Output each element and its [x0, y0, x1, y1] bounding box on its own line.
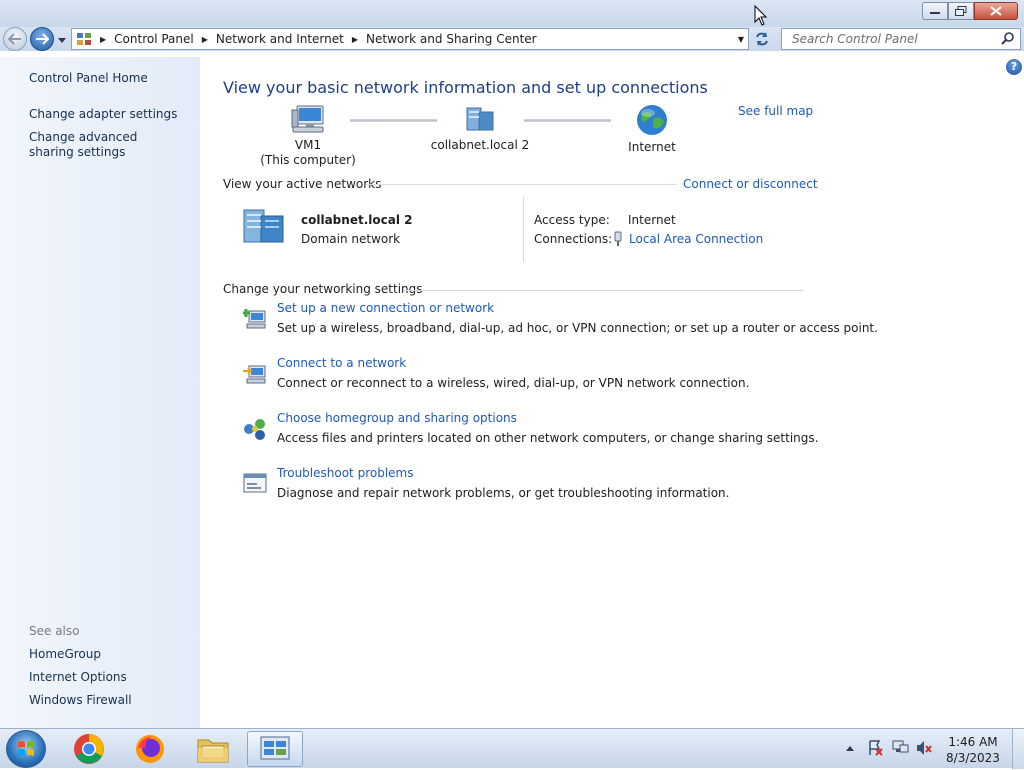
section-divider: [404, 290, 803, 291]
local-area-connection-link[interactable]: Local Area Connection: [629, 232, 763, 246]
refresh-icon: [756, 32, 768, 46]
restore-icon: [955, 6, 967, 16]
page-title: View your basic network information and …: [223, 78, 708, 97]
new-connection-icon: [243, 309, 266, 329]
connections-label: Connections:: [534, 232, 613, 246]
taskbar-control-panel[interactable]: [247, 731, 303, 767]
section-divider: [366, 184, 677, 185]
window-controls: [922, 2, 1018, 20]
domain-network-icon: [466, 107, 494, 131]
breadcrumb-separator-icon[interactable]: ▶: [202, 35, 208, 44]
search-icon[interactable]: [1001, 32, 1015, 46]
access-type-value: Internet: [628, 213, 676, 227]
change-advanced-sharing-settings-link[interactable]: Change advanced sharing settings: [29, 130, 179, 160]
action-center-flag-icon[interactable]: [867, 739, 885, 757]
back-button[interactable]: [3, 27, 27, 51]
close-button[interactable]: [974, 2, 1018, 20]
homegroup-sharing-link[interactable]: Choose homegroup and sharing options: [277, 411, 517, 425]
setup-connection-link[interactable]: Set up a new connection or network: [277, 301, 494, 315]
see-full-map-link[interactable]: See full map: [738, 104, 813, 118]
network-tray-icon[interactable]: [891, 739, 909, 757]
back-arrow-icon: [8, 33, 21, 45]
troubleshoot-description: Diagnose and repair network problems, or…: [277, 486, 730, 500]
title-bar: [0, 0, 1024, 27]
connect-network-icon: [243, 365, 266, 384]
troubleshoot-link[interactable]: Troubleshoot problems: [277, 466, 413, 480]
restore-button[interactable]: [948, 2, 974, 20]
left-navigation-pane: Control Panel Home Change adapter settin…: [0, 57, 200, 728]
clock-time: 1:46 AM: [948, 735, 998, 749]
globe-icon: [637, 105, 667, 135]
show-hidden-icons-icon[interactable]: [845, 744, 855, 752]
homegroup-sharing-description: Access files and printers located on oth…: [277, 431, 819, 445]
control-panel-icon: [77, 33, 91, 45]
connect-or-disconnect-link[interactable]: Connect or disconnect: [683, 177, 818, 191]
firefox-icon: [136, 735, 164, 763]
taskbar-file-explorer[interactable]: [185, 731, 241, 767]
address-dropdown-icon[interactable]: ▼: [738, 35, 744, 44]
clock-date: 8/3/2023: [946, 751, 1000, 765]
access-type-label: Access type:: [534, 213, 610, 227]
network-label: collabnet.local 2: [430, 138, 530, 152]
breadcrumb-control-panel[interactable]: Control Panel: [114, 32, 194, 46]
start-button[interactable]: [6, 730, 46, 768]
map-connector-line: [524, 119, 611, 122]
ethernet-connection-icon: [614, 231, 622, 246]
breadcrumb-network-and-sharing-center[interactable]: Network and Sharing Center: [366, 32, 537, 46]
navigation-bar: ▶ Control Panel ▶ Network and Internet ▶…: [0, 27, 1024, 51]
search-input[interactable]: [790, 31, 1000, 47]
recent-pages-dropdown-icon[interactable]: [57, 35, 67, 45]
close-icon: [990, 6, 1002, 16]
computer-icon: [291, 105, 324, 133]
map-node-internet[interactable]: Internet: [612, 104, 692, 155]
vertical-divider: [523, 197, 524, 262]
folder-icon: [197, 739, 229, 763]
taskbar-firefox[interactable]: [122, 731, 178, 767]
internet-label: Internet: [628, 140, 676, 154]
help-icon[interactable]: ?: [1006, 59, 1022, 75]
system-tray: [845, 739, 933, 757]
breadcrumb: ▶ Control Panel ▶ Network and Internet ▶…: [96, 32, 537, 46]
windows-logo-icon: [18, 741, 34, 756]
connect-to-network-link[interactable]: Connect to a network: [277, 356, 406, 370]
address-bar[interactable]: ▶ Control Panel ▶ Network and Internet ▶…: [71, 28, 749, 50]
active-network-type[interactable]: Domain network: [301, 232, 400, 246]
computer-name: VM1: [294, 138, 322, 152]
map-connector-line: [350, 119, 437, 122]
taskbar: 1:46 AM 8/3/2023: [0, 728, 1024, 769]
domain-network-icon: [243, 209, 284, 243]
change-adapter-settings-link[interactable]: Change adapter settings: [29, 107, 189, 122]
minimize-icon: [930, 12, 940, 14]
active-network-name[interactable]: collabnet.local 2: [301, 213, 412, 227]
volume-muted-icon[interactable]: [915, 739, 933, 757]
computer-subtitle: (This computer): [260, 153, 356, 167]
homegroup-icon: [244, 419, 265, 440]
taskbar-chrome[interactable]: [61, 731, 117, 767]
active-networks-title: View your active networks: [223, 177, 382, 191]
show-desktop-button[interactable]: [1012, 729, 1024, 769]
mouse-cursor-icon: [754, 5, 768, 26]
map-node-network[interactable]: collabnet.local 2: [428, 104, 532, 153]
windows-firewall-link[interactable]: Windows Firewall: [29, 693, 189, 708]
networking-settings-title: Change your networking settings: [223, 282, 423, 296]
chrome-icon: [74, 734, 104, 764]
control-panel-home-link[interactable]: Control Panel Home: [29, 71, 189, 86]
network-center-icon: [260, 736, 290, 760]
breadcrumb-network-and-internet[interactable]: Network and Internet: [216, 32, 344, 46]
forward-arrow-icon: [36, 33, 49, 45]
connect-to-network-description: Connect or reconnect to a wireless, wire…: [277, 376, 750, 390]
troubleshoot-icon: [243, 473, 267, 493]
internet-options-link[interactable]: Internet Options: [29, 670, 189, 685]
see-also-label: See also: [29, 624, 80, 638]
search-box[interactable]: [781, 28, 1021, 50]
forward-button[interactable]: [30, 27, 54, 51]
breadcrumb-separator-icon[interactable]: ▶: [352, 35, 358, 44]
homegroup-link[interactable]: HomeGroup: [29, 647, 189, 662]
setup-connection-description: Set up a wireless, broadband, dial-up, a…: [277, 321, 878, 335]
breadcrumb-separator-icon[interactable]: ▶: [100, 35, 106, 44]
refresh-button[interactable]: [752, 30, 772, 48]
minimize-button[interactable]: [922, 2, 948, 20]
clock[interactable]: 1:46 AM 8/3/2023: [938, 734, 1008, 766]
map-node-computer[interactable]: VM1 (This computer): [258, 104, 358, 168]
